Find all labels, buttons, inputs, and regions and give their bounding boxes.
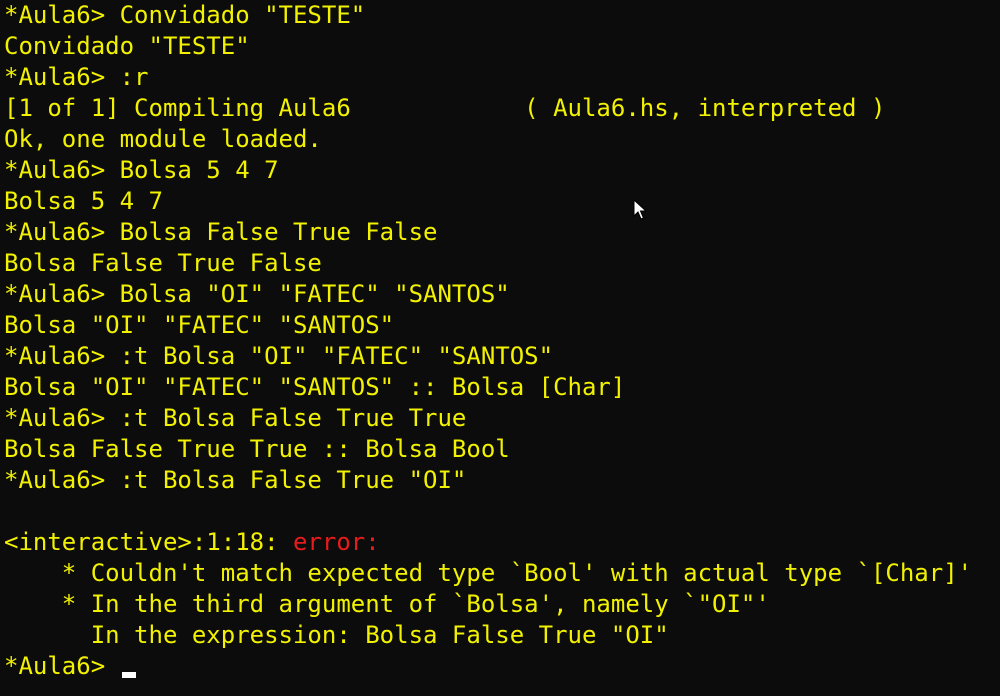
- terminal-line: *Aula6> Convidado "TESTE": [4, 1, 366, 29]
- terminal-line: Ok, one module loaded.: [4, 125, 322, 153]
- terminal-line: *Aula6> :r: [4, 63, 149, 91]
- error-detail-line: * In the third argument of `Bolsa', name…: [4, 590, 770, 618]
- terminal-window[interactable]: *Aula6> Convidado "TESTE" Convidado "TES…: [0, 0, 1000, 696]
- terminal-line: [1 of 1] Compiling Aula6 ( Aula6.hs, int…: [4, 94, 886, 122]
- mouse-pointer-icon: [633, 199, 647, 220]
- terminal-line: Bolsa "OI" "FATEC" "SANTOS": [4, 311, 395, 339]
- terminal-line: Bolsa False True True :: Bolsa Bool: [4, 435, 510, 463]
- terminal-line: *Aula6> Bolsa "OI" "FATEC" "SANTOS": [4, 280, 510, 308]
- terminal-line: Convidado "TESTE": [4, 32, 250, 60]
- text-cursor: [121, 672, 136, 678]
- terminal-line: *Aula6> :t Bolsa False True "OI": [4, 466, 467, 494]
- error-label: error:: [292, 528, 380, 556]
- terminal-line: *Aula6> :t Bolsa False True True: [4, 404, 467, 432]
- error-header-line: <interactive>:1:18: error:: [4, 527, 1000, 558]
- error-location: <interactive>:1:18:: [4, 528, 293, 556]
- terminal-line: Bolsa 5 4 7: [4, 187, 163, 215]
- terminal-line: *Aula6> Bolsa 5 4 7: [4, 156, 279, 184]
- terminal-line: Bolsa False True False: [4, 249, 322, 277]
- active-prompt-line[interactable]: *Aula6>: [4, 651, 1000, 682]
- error-detail-line: In the expression: Bolsa False True "OI": [4, 621, 669, 649]
- terminal-line: Bolsa "OI" "FATEC" "SANTOS" :: Bolsa [Ch…: [4, 373, 626, 401]
- terminal-line: *Aula6> Bolsa False True False: [4, 218, 438, 246]
- terminal-line: *Aula6> :t Bolsa "OI" "FATEC" "SANTOS": [4, 342, 554, 370]
- error-detail-line: * Couldn't match expected type `Bool' wi…: [4, 559, 973, 587]
- prompt: *Aula6>: [4, 652, 120, 680]
